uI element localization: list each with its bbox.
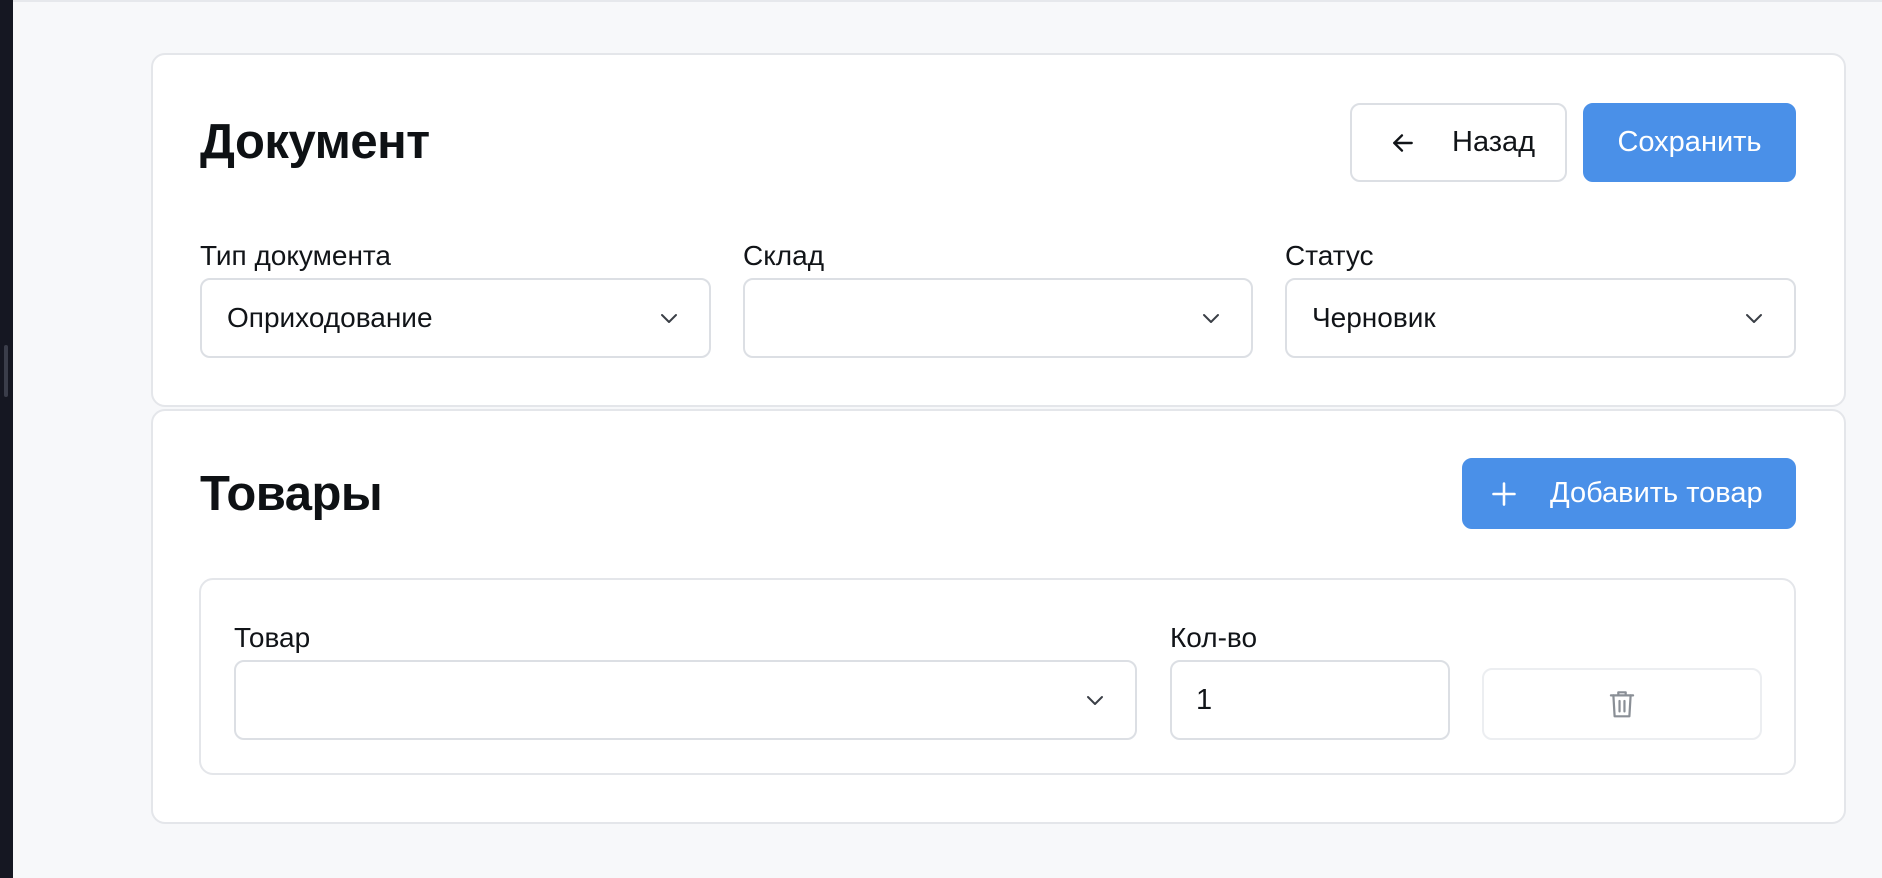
- save-button-label: Сохранить: [1617, 126, 1762, 158]
- add-item-button-label: Добавить товар: [1550, 477, 1763, 509]
- trash-icon: [1607, 688, 1637, 720]
- save-button[interactable]: Сохранить: [1583, 103, 1796, 182]
- arrow-left-icon: [1390, 130, 1416, 156]
- status-value: Черновик: [1312, 302, 1436, 333]
- plus-icon: [1490, 480, 1518, 508]
- document-title: Документ: [200, 115, 430, 169]
- status-label: Статус: [1285, 240, 1374, 271]
- window-edge: [0, 0, 13, 878]
- back-button[interactable]: Назад: [1350, 103, 1567, 182]
- chevron-down-icon: [1742, 306, 1766, 330]
- chevron-down-icon: [1083, 688, 1107, 712]
- quantity-input[interactable]: [1170, 660, 1450, 740]
- items-title: Товары: [200, 467, 383, 521]
- doc-type-select[interactable]: Оприходование: [200, 278, 711, 358]
- resize-handle[interactable]: [4, 345, 8, 397]
- doc-type-label: Тип документа: [200, 240, 391, 271]
- product-label: Товар: [234, 622, 311, 653]
- add-item-button[interactable]: Добавить товар: [1462, 458, 1796, 529]
- status-select[interactable]: Черновик: [1285, 278, 1796, 358]
- warehouse-label: Склад: [743, 240, 825, 271]
- back-button-label: Назад: [1452, 126, 1536, 158]
- delete-item-button[interactable]: [1482, 668, 1762, 740]
- doc-type-value: Оприходование: [227, 302, 433, 333]
- chevron-down-icon: [1199, 306, 1223, 330]
- chevron-down-icon: [657, 306, 681, 330]
- top-divider: [13, 0, 1882, 2]
- warehouse-select[interactable]: [743, 278, 1253, 358]
- quantity-label: Кол-во: [1170, 622, 1258, 653]
- product-select[interactable]: [234, 660, 1137, 740]
